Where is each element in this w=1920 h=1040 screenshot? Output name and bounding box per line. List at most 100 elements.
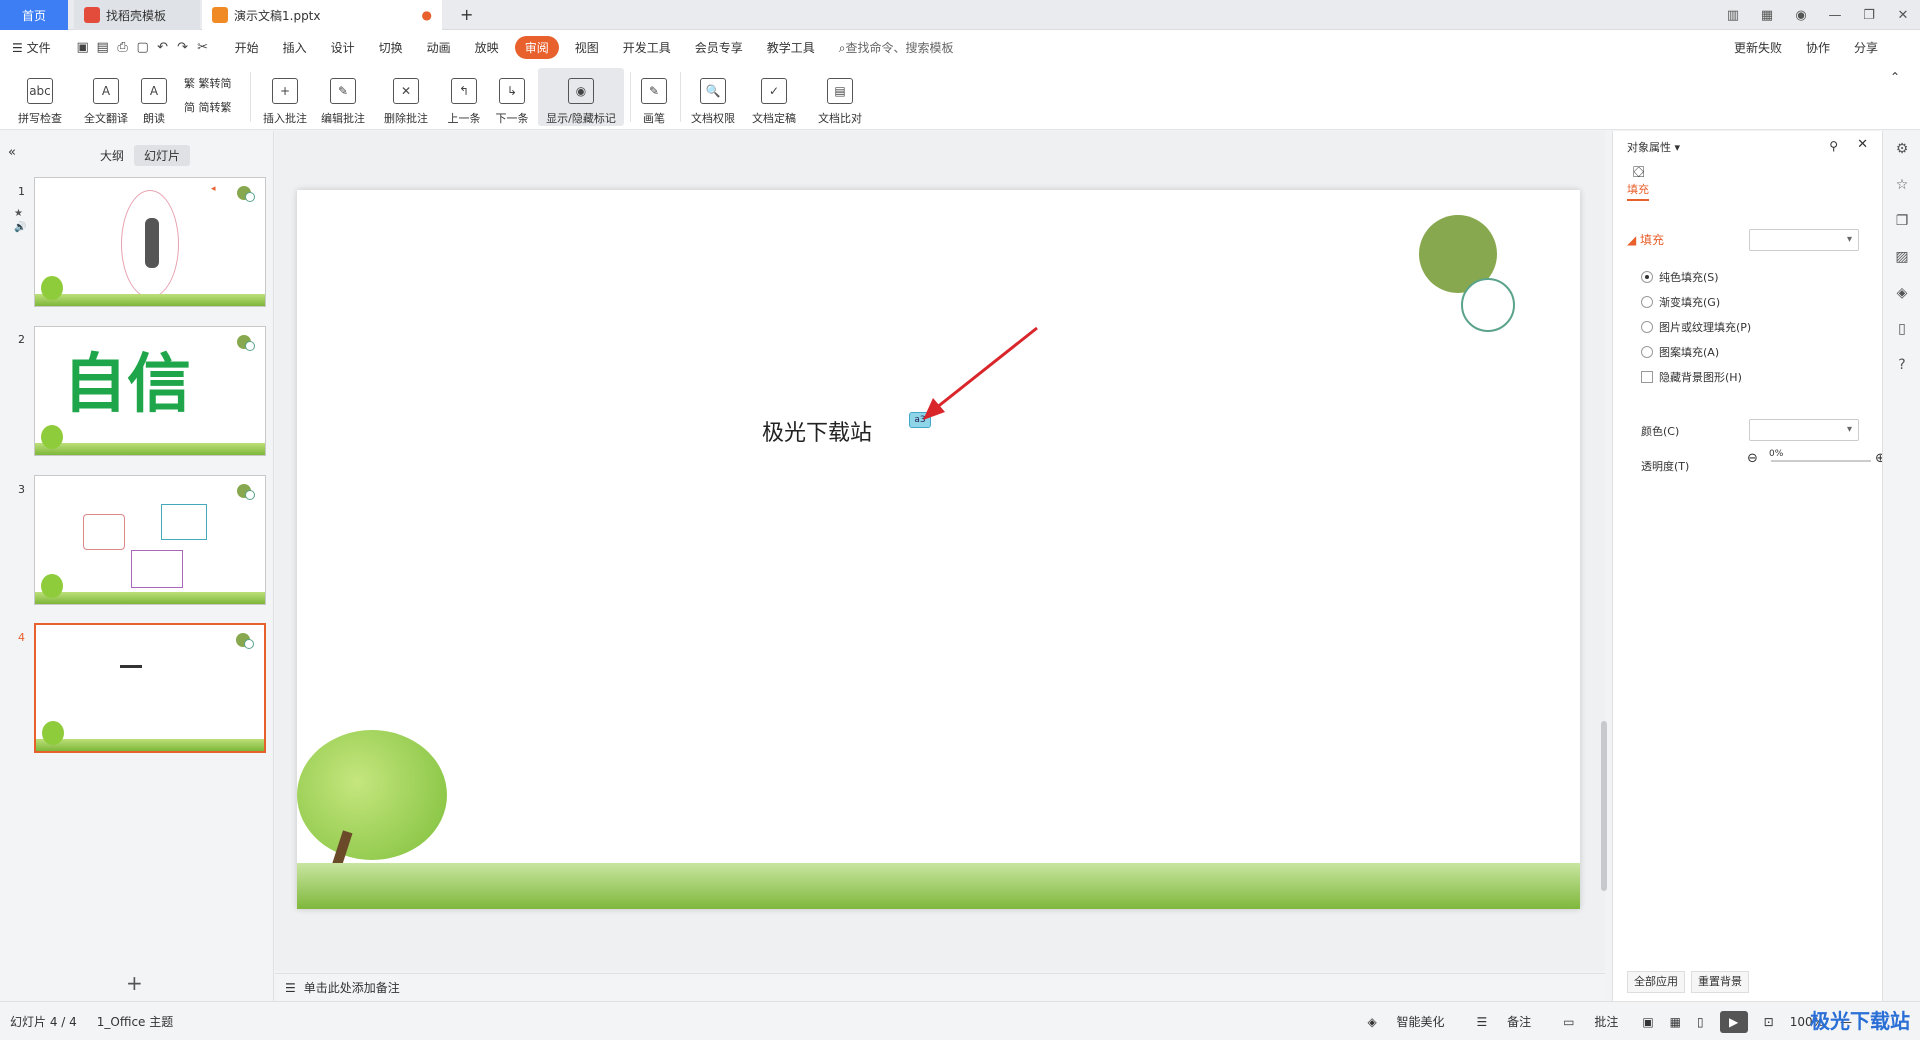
beautify-button[interactable]: ◈ 智能美化 (1359, 1013, 1452, 1030)
share-button[interactable]: 分享 (1842, 39, 1890, 56)
save-icon[interactable]: ▣ (73, 40, 93, 55)
picture-fill-radio[interactable]: 图片或纹理填充(P) (1641, 319, 1751, 335)
slide-thumbnail-selected[interactable] (34, 623, 266, 753)
show-hide-markup-button[interactable]: ◉ 显示/隐藏标记 (538, 68, 624, 126)
comments-toggle[interactable]: ▭ 批注 (1555, 1013, 1626, 1030)
next-comment-button[interactable]: ↳ 下一条 (490, 68, 534, 126)
slide-thumbnail[interactable]: ◂ (34, 177, 266, 307)
hide-bg-checkbox[interactable]: 隐藏背景图形(H) (1641, 369, 1742, 385)
fill-section-header[interactable]: ◢ 填充 (1627, 231, 1664, 248)
tab-slides[interactable]: 幻灯片 (134, 145, 191, 166)
new-tab-button[interactable]: + (460, 5, 473, 24)
format-painter-icon[interactable]: ✂ (193, 40, 213, 55)
tab-home[interactable]: 首页 (0, 0, 68, 30)
export-icon[interactable]: ▤ (93, 40, 113, 55)
menu-item-start[interactable]: 开始 (223, 39, 271, 56)
close-button[interactable]: ✕ (1886, 8, 1920, 23)
fit-icon[interactable]: ⊡ (1764, 1015, 1774, 1029)
finalize-button[interactable]: ✓ 文档定稿 (744, 68, 804, 126)
tab-presentation[interactable]: 演示文稿1.pptx ● (202, 0, 442, 30)
notes-toggle[interactable]: ☰ 备注 (1469, 1013, 1540, 1030)
fill-type-select[interactable]: ▾ (1749, 229, 1859, 251)
preview-icon[interactable]: ▢ (133, 40, 153, 55)
menu-item-insert[interactable]: 插入 (271, 39, 319, 56)
panel-title[interactable]: 对象属性 ▾ (1627, 139, 1680, 155)
print-icon[interactable]: ⎙ (113, 40, 133, 55)
solid-fill-radio[interactable]: 纯色填充(S) (1641, 269, 1719, 285)
apply-all-button[interactable]: 全部应用 (1627, 971, 1685, 993)
pattern-fill-radio[interactable]: 图案填充(A) (1641, 344, 1719, 360)
menu-item-slideshow[interactable]: 放映 (463, 39, 511, 56)
decrease-icon[interactable]: ⊖ (1747, 451, 1758, 466)
add-slide-button[interactable]: + (126, 971, 143, 995)
menu-item-devtools[interactable]: 开发工具 (611, 39, 683, 56)
restore-button[interactable]: ❐ (1852, 8, 1886, 23)
normal-view-icon[interactable]: ▣ (1642, 1015, 1653, 1029)
tab-docer-templates[interactable]: 找稻壳模板 (74, 0, 200, 30)
collapse-panel-icon[interactable]: « (8, 145, 16, 160)
slide-number: 1 (18, 185, 25, 198)
current-slide[interactable]: 极光下载站 a3 (297, 190, 1580, 909)
properties-icon[interactable]: ⚙ (1883, 131, 1920, 167)
help-icon[interactable]: ? (1883, 347, 1920, 383)
compare-button[interactable]: ▤ 文档比对 (812, 68, 868, 126)
menu-item-teaching[interactable]: 教学工具 (755, 39, 827, 56)
notes-area[interactable]: ☰ 单击此处添加备注 (275, 973, 1605, 1001)
read-aloud-button[interactable]: A 朗读 (136, 68, 172, 126)
menu-item-view[interactable]: 视图 (563, 39, 611, 56)
pin-icon[interactable]: ⚲ (1829, 139, 1838, 153)
pen-button[interactable]: ✎ 画笔 (636, 68, 672, 126)
sound-icon: 🔊 (14, 222, 27, 233)
prev-comment-label: 上一条 (447, 112, 481, 125)
gradient-fill-radio[interactable]: 渐变填充(G) (1641, 294, 1720, 310)
slides-icon[interactable]: ❐ (1883, 203, 1920, 239)
scrollbar-thumb[interactable] (1601, 721, 1607, 891)
grid-icon[interactable]: ▦ (1750, 8, 1784, 23)
tab-fill[interactable]: 填充 (1627, 161, 1649, 201)
s2t-button[interactable]: 简 简转繁 (184, 96, 232, 120)
reading-view-icon[interactable]: ▯ (1697, 1015, 1704, 1029)
close-icon[interactable]: ✕ (1857, 137, 1868, 152)
menu-item-member[interactable]: 会员专享 (683, 39, 755, 56)
sorter-view-icon[interactable]: ▦ (1670, 1015, 1681, 1029)
slide-thumbnail[interactable] (34, 475, 266, 605)
spell-check-button[interactable]: abc 拼写检查 (10, 68, 70, 126)
book-icon[interactable]: ▯ (1883, 311, 1920, 347)
menu-item-design[interactable]: 设计 (319, 39, 367, 56)
color-select[interactable]: ▾ (1749, 419, 1859, 441)
delete-comment-button[interactable]: ✕ 删除批注 (374, 68, 438, 126)
location-icon[interactable]: ◈ (1883, 275, 1920, 311)
prev-comment-button[interactable]: ↰ 上一条 (442, 68, 486, 126)
slide-textbox[interactable]: 极光下载站 (762, 415, 872, 447)
update-failed-button[interactable]: 更新失败 (1722, 39, 1794, 56)
tab-outline[interactable]: 大纲 (90, 145, 134, 166)
redo-icon[interactable]: ↷ (173, 40, 193, 55)
transparency-slider[interactable] (1771, 460, 1871, 462)
image-icon[interactable]: ▨ (1883, 239, 1920, 275)
animation-icon[interactable]: ☆ (1883, 167, 1920, 203)
t2s-button[interactable]: 繁 繁转简 (184, 72, 232, 96)
translate-button[interactable]: A 全文翻译 (80, 68, 132, 126)
thumb-text-line (120, 665, 142, 668)
arrow-head (923, 398, 945, 420)
slide-thumbnail[interactable]: 自信 (34, 326, 266, 456)
menu-item-animation[interactable]: 动画 (415, 39, 463, 56)
menu-bar: ☰ 文件 ▣ ▤ ⎙ ▢ ↶ ↷ ✂ 开始 插入 设计 切换 动画 放映 审阅 视图 开发工… (0, 30, 1920, 64)
avatar[interactable]: ◉ (1784, 8, 1818, 23)
reset-bg-button[interactable]: 重置背景 (1691, 971, 1749, 993)
insert-comment-button[interactable]: + 插入批注 (258, 68, 312, 126)
edit-comment-button[interactable]: ✎ 编辑批注 (316, 68, 370, 126)
minimize-button[interactable]: — (1818, 8, 1852, 23)
command-search[interactable]: ⌕查找命令、搜索模板 (827, 39, 966, 56)
menu-item-review[interactable]: 审阅 (514, 35, 559, 59)
undo-icon[interactable]: ↶ (153, 40, 173, 55)
menu-item-transition[interactable]: 切换 (367, 39, 415, 56)
theme-name[interactable]: 1_Office 主题 (97, 1013, 173, 1030)
collab-button[interactable]: 协作 (1794, 39, 1842, 56)
collapse-ribbon-icon[interactable]: ⌃ (1890, 70, 1900, 84)
layout-icon[interactable]: ▥ (1716, 8, 1750, 23)
slide-scrollbar[interactable] (1600, 131, 1608, 961)
doc-permission-button[interactable]: 🔍 文档权限 (686, 68, 740, 126)
file-menu[interactable]: ☰ 文件 (0, 39, 63, 56)
play-icon[interactable]: ▶ (1719, 1010, 1748, 1033)
